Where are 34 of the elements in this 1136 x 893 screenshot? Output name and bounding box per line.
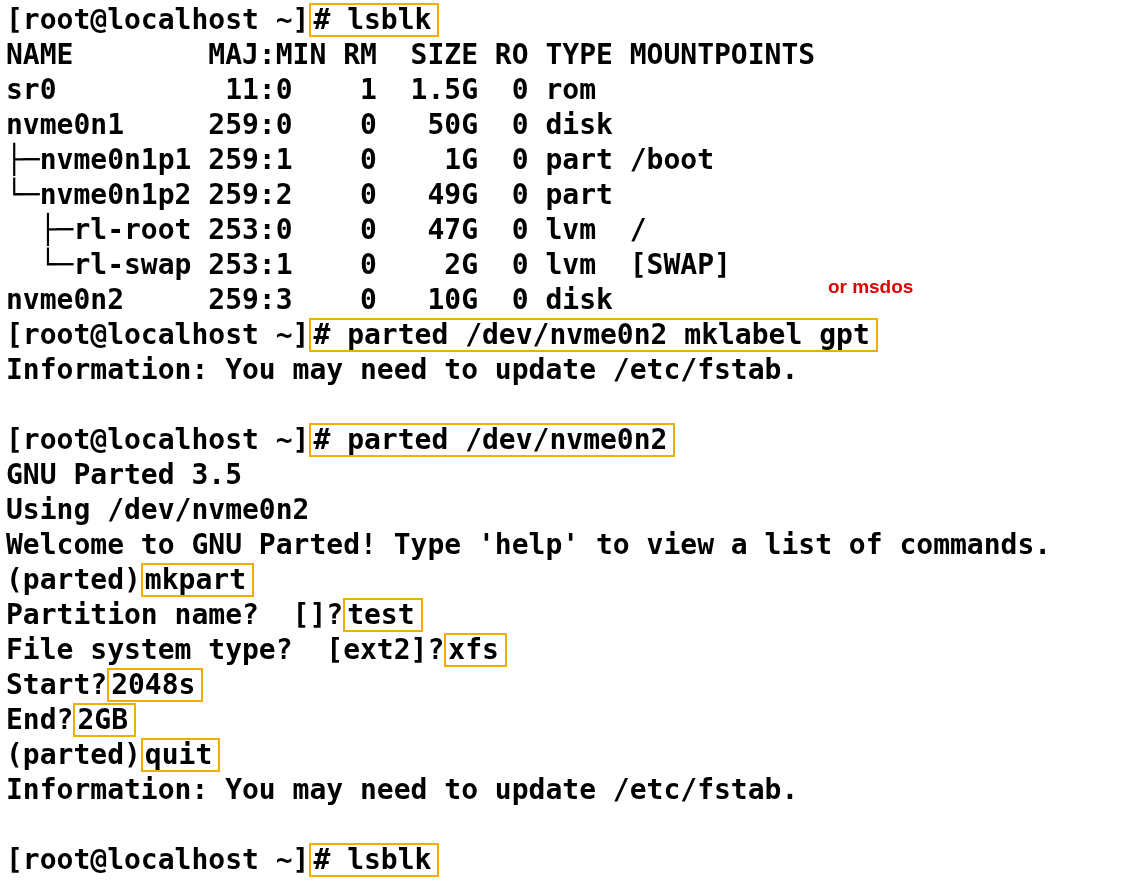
terminal-text: [root@localhost ~]	[6, 319, 310, 350]
terminal-text: NAME MAJ:MIN RM SIZE RO TYPE MOUNTPOINTS	[6, 39, 816, 70]
terminal-text: └─nvme0n1p2 259:2 0 49G 0 part	[6, 179, 613, 210]
terminal-text: Start?	[6, 669, 108, 700]
highlighted-command: xfs	[444, 632, 507, 667]
terminal-text: [root@localhost ~]	[6, 424, 310, 455]
highlighted-command: mkpart	[140, 562, 254, 597]
terminal-text: Partition name? []?	[6, 599, 344, 630]
terminal-text: sr0 11:0 1 1.5G 0 rom	[6, 74, 596, 105]
highlighted-command: quit	[140, 737, 221, 772]
highlighted-command: 2GB	[73, 702, 136, 737]
terminal-text: ├─nvme0n1p1 259:1 0 1G 0 part /boot	[6, 144, 714, 175]
terminal-text: (parted)	[6, 564, 141, 595]
terminal-text: Using /dev/nvme0n2	[6, 494, 310, 525]
terminal-text: └─rl-swap 253:1 0 2G 0 lvm [SWAP]	[38, 249, 731, 280]
highlighted-command: test	[343, 597, 423, 632]
highlighted-command: # lsblk	[309, 2, 440, 37]
terminal-text: nvme0n1 259:0 0 50G 0 disk	[6, 109, 613, 140]
terminal-text: File system type? [ext2]?	[6, 634, 445, 665]
terminal-text: Information: You may need to update /etc/fstab.	[6, 774, 799, 805]
highlighted-command: # lsblk	[309, 842, 440, 877]
terminal-text: [root@localhost ~]	[6, 4, 310, 35]
terminal-text: [root@localhost ~]	[6, 844, 310, 875]
terminal-text: End?	[6, 704, 74, 735]
highlighted-command: # parted /dev/nvme0n2	[309, 422, 676, 457]
terminal-text: nvme0n2 259:3 0 10G 0 disk	[6, 284, 613, 315]
terminal-text: (parted)	[6, 739, 141, 770]
highlighted-command: # parted /dev/nvme0n2 mklabel gpt	[309, 317, 878, 352]
terminal-text: Information: You may need to update /etc/fstab.	[6, 354, 799, 385]
highlighted-command: 2048s	[107, 667, 204, 702]
terminal-text: Welcome to GNU Parted! Type 'help' to view a list of commands.	[6, 529, 1052, 560]
terminal-text: ├─rl-root 253:0 0 47G 0 lvm /	[38, 214, 647, 245]
annotation-note: or msdos	[827, 276, 914, 298]
terminal-text: GNU Parted 3.5	[6, 459, 242, 490]
